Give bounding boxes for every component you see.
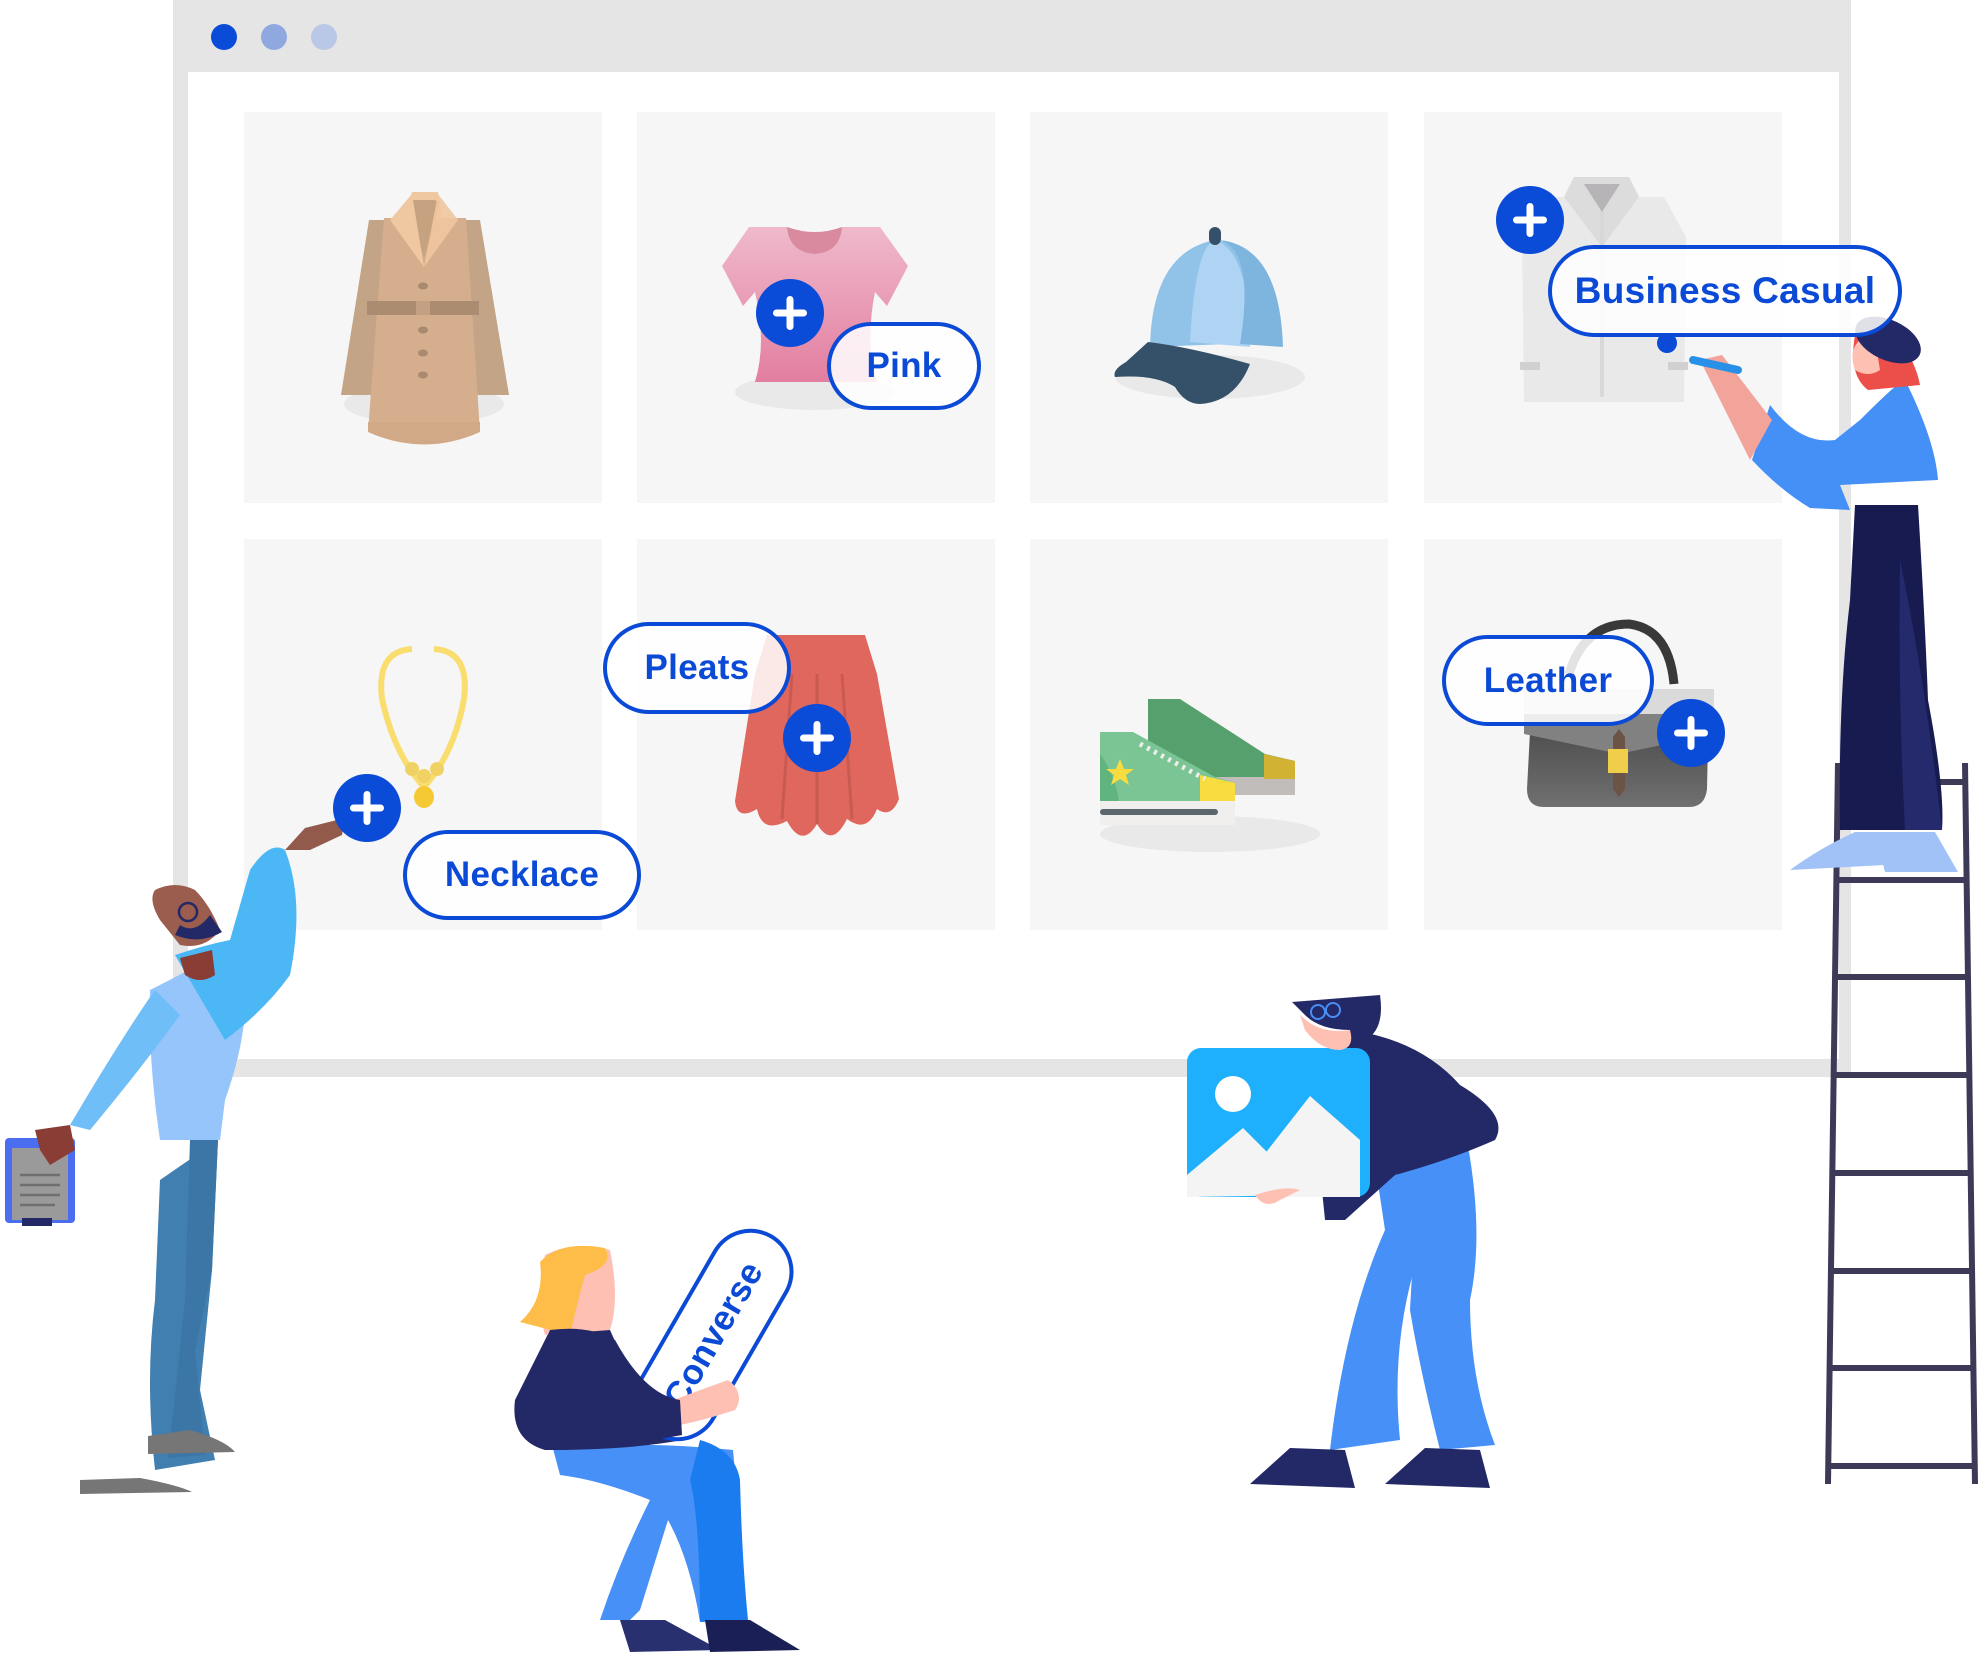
add-tag-button-necklace[interactable] xyxy=(333,774,401,842)
coat-icon xyxy=(341,192,509,445)
product-card-cap[interactable] xyxy=(1030,112,1388,503)
add-tag-button-shirt[interactable] xyxy=(1496,186,1564,254)
window-maximize-button[interactable] xyxy=(311,24,337,50)
tag-pleats[interactable]: Pleats xyxy=(603,622,791,714)
product-card-sneakers[interactable] xyxy=(1030,539,1388,930)
blonde-head xyxy=(520,1245,615,1335)
product-card-coat[interactable] xyxy=(244,112,602,503)
window-minimize-button[interactable] xyxy=(261,24,287,50)
tag-converse[interactable]: Converse xyxy=(618,1213,810,1457)
cap-icon xyxy=(1114,227,1305,404)
tag-business-casual[interactable]: Business Casual xyxy=(1548,245,1902,337)
product-card-handbag[interactable] xyxy=(1424,539,1782,930)
tag-leather[interactable]: Leather xyxy=(1442,635,1654,726)
add-tag-button-handbag[interactable] xyxy=(1657,699,1725,767)
tag-necklace[interactable]: Necklace xyxy=(403,830,641,920)
sneakers-icon xyxy=(1100,699,1320,852)
handbag-icon xyxy=(1524,619,1714,807)
add-tag-button-tshirt[interactable] xyxy=(756,279,824,347)
window-close-button[interactable] xyxy=(211,24,237,50)
add-tag-button-skirt[interactable] xyxy=(783,704,851,772)
tag-pink[interactable]: Pink xyxy=(827,322,981,410)
